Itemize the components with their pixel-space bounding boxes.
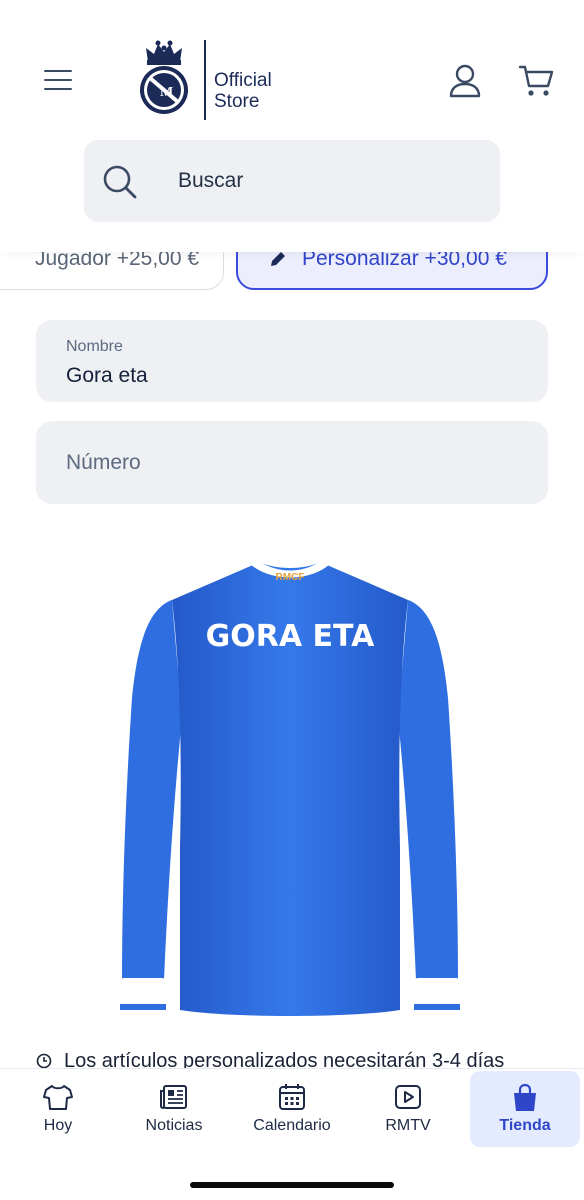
calendar-icon [279, 1084, 305, 1110]
logo-text: Official Store [214, 70, 272, 112]
shopping-bag-icon [514, 1083, 536, 1111]
collar-text: RMCF [276, 572, 305, 583]
number-input[interactable] [66, 448, 516, 478]
number-field[interactable] [36, 421, 548, 504]
top-header: M Official Store [0, 0, 584, 252]
nav-item-rmtv[interactable]: RMTV [360, 1069, 456, 1147]
nav-item-hoy[interactable]: Hoy [8, 1069, 108, 1147]
search-icon[interactable] [102, 164, 138, 200]
shirt-icon [43, 1085, 73, 1110]
user-icon[interactable] [448, 64, 482, 98]
svg-text:M: M [160, 85, 173, 100]
nav-label-rmtv: RMTV [385, 1117, 431, 1134]
cart-icon[interactable] [518, 64, 554, 98]
logo-text-line1: Official [214, 70, 272, 91]
real-madrid-crest-icon: M [140, 40, 188, 114]
nav-label-calendario: Calendario [253, 1117, 331, 1134]
hamburger-menu-icon[interactable] [44, 68, 74, 92]
nav-label-hoy: Hoy [43, 1117, 73, 1134]
nav-label-noticias: Noticias [145, 1117, 203, 1134]
bottom-navigation: Hoy Noticias Calendario RMTV Tienda [0, 1068, 584, 1200]
pencil-icon [271, 252, 285, 266]
nav-item-noticias[interactable]: Noticias [124, 1069, 224, 1147]
logo-text-line2: Store [214, 91, 260, 112]
home-indicator [190, 1182, 394, 1188]
name-input[interactable] [66, 362, 516, 390]
clock-icon [36, 1053, 52, 1069]
news-icon [160, 1085, 187, 1109]
search-bar[interactable] [84, 140, 500, 222]
nav-item-calendario[interactable]: Calendario [236, 1069, 348, 1147]
name-field-label: Nombre [66, 338, 123, 355]
jersey-preview-image: RMCF GORA ETA [120, 553, 460, 1016]
nav-item-tienda[interactable]: Tienda [470, 1071, 580, 1147]
store-logo[interactable]: M Official Store [136, 38, 296, 124]
logo-divider [204, 40, 206, 120]
name-field[interactable]: Nombre [36, 320, 548, 402]
nav-label-tienda: Tienda [499, 1117, 551, 1134]
jersey-printed-name: GORA ETA [206, 619, 376, 654]
play-icon [395, 1085, 421, 1109]
search-input[interactable] [178, 140, 478, 222]
